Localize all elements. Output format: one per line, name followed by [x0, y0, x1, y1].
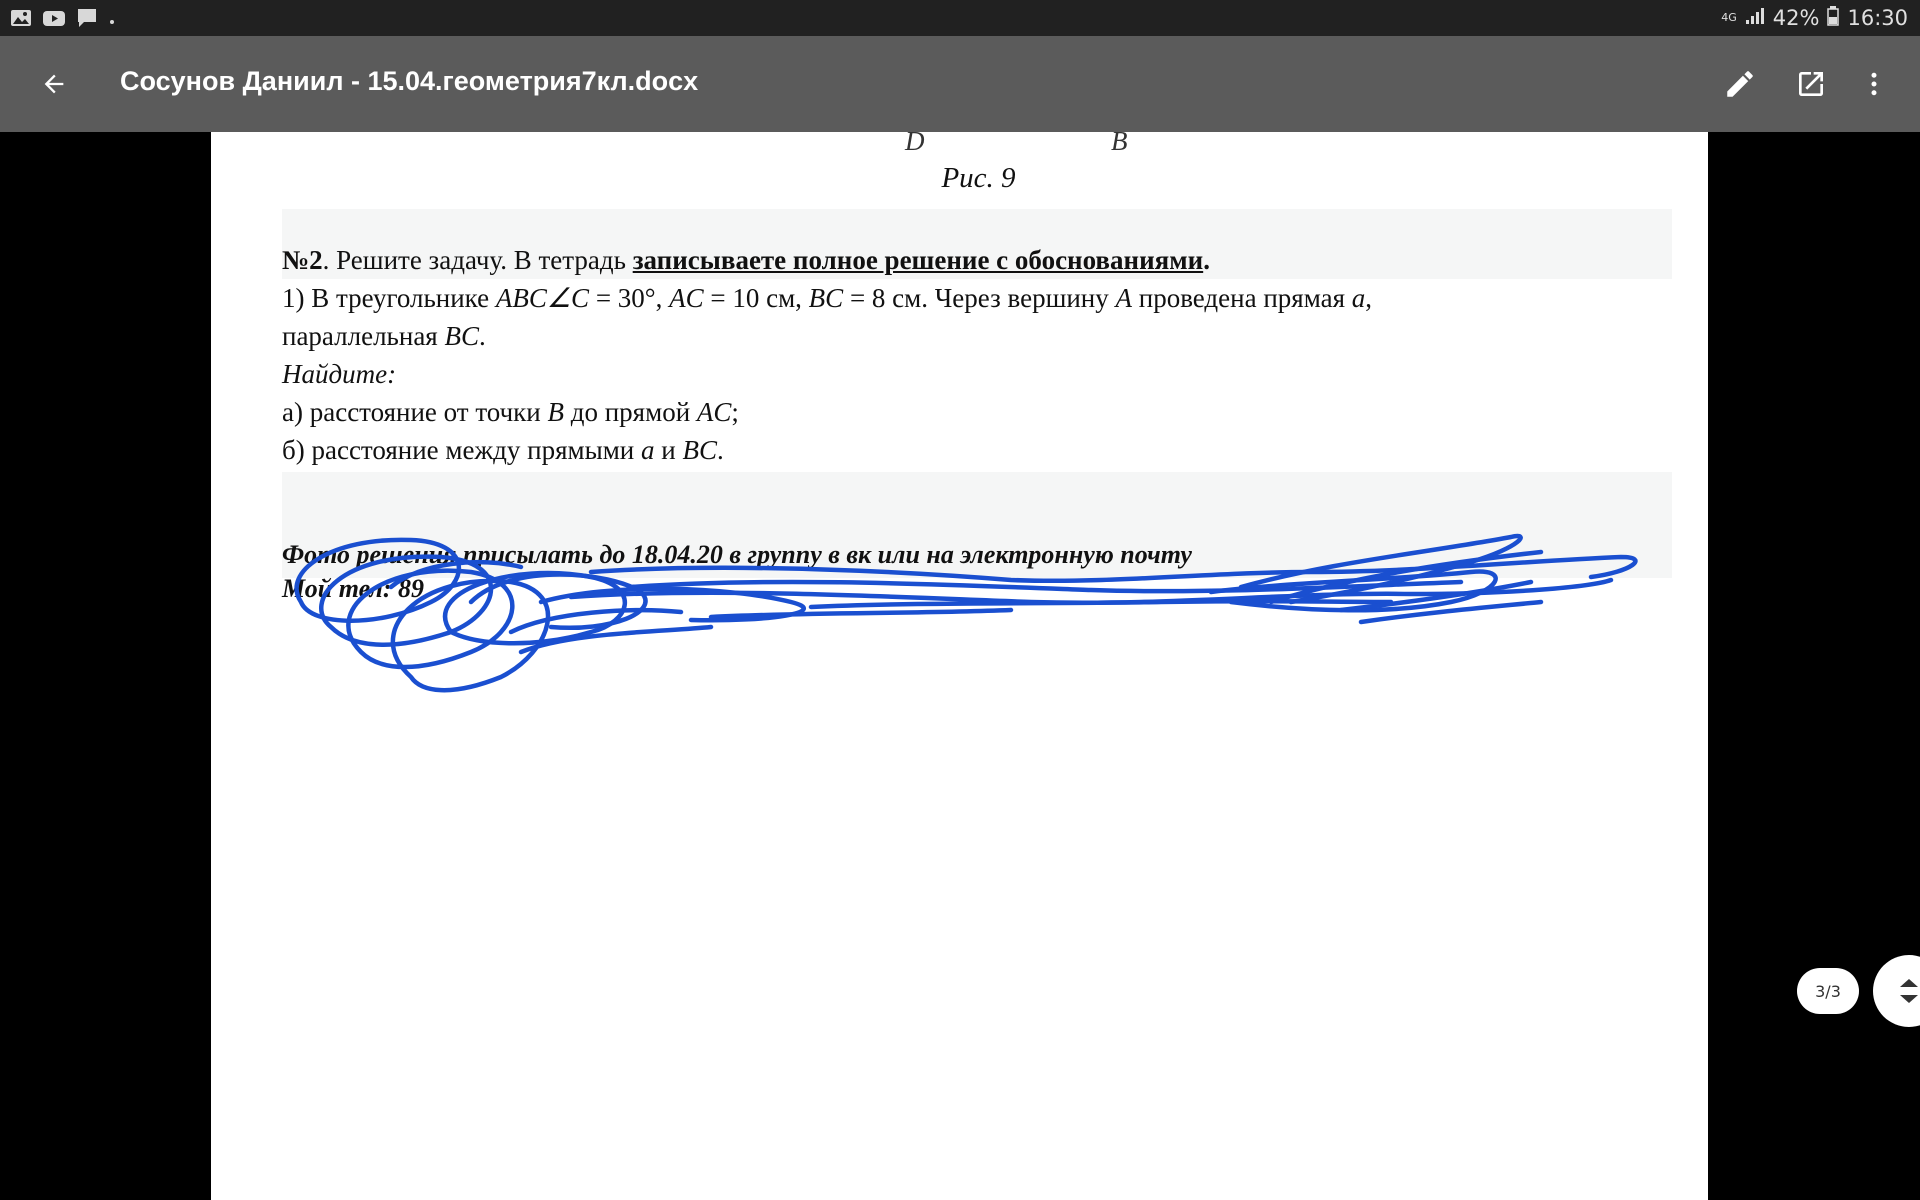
text-run: = 10 см,	[703, 283, 809, 313]
text-run: б) расстояние между прямыми	[282, 435, 642, 465]
text-run: a	[1351, 283, 1366, 313]
arrow-back-icon	[44, 74, 64, 94]
more-options-button[interactable]	[1850, 60, 1898, 108]
task-end: .	[1203, 245, 1210, 275]
open-in-new-icon	[1799, 72, 1823, 96]
text-run: BC	[808, 283, 844, 313]
page-indicator: 3/3	[1797, 968, 1859, 1014]
figure-caption: Рис. 9	[941, 162, 1016, 194]
problem-line-2: параллельная BC.	[282, 321, 486, 352]
text-run: и	[654, 435, 683, 465]
text-run: 1) В треугольнике	[282, 283, 496, 313]
fast-scroll-button[interactable]	[1873, 955, 1920, 1027]
figure-letter-b: B	[1111, 132, 1128, 156]
task-number: №2	[282, 245, 323, 275]
text-run: = 30°,	[589, 283, 670, 313]
text-run: BC	[682, 435, 717, 465]
item-b: б) расстояние между прямыми a и BC.	[282, 435, 724, 466]
open-in-new-button[interactable]	[1787, 60, 1835, 108]
more-vert-icon	[1871, 72, 1877, 96]
unfold-icon	[1900, 979, 1918, 1003]
network-type: 4G	[1721, 11, 1737, 24]
document-page[interactable]: D B Рис. 9 №2. Решите задачу. В тетрадь …	[211, 132, 1708, 1200]
task-emphasis: записываете полное решение с обоснования…	[632, 245, 1204, 275]
footer-line-1: Фото решения присылать до 18.04.20 в гру…	[282, 540, 1192, 569]
chat-icon	[76, 7, 98, 33]
text-run: .	[716, 435, 724, 465]
find-label: Найдите:	[282, 359, 397, 389]
signal-icon	[1745, 6, 1765, 30]
battery-text: 42%	[1772, 6, 1820, 30]
notification-icons	[10, 7, 116, 33]
image-icon	[10, 8, 32, 32]
text-run: .	[479, 321, 486, 351]
app-bar: Сосунов Даниил - 15.04.геометрия7кл.docx	[0, 36, 1920, 132]
text-run: AC	[696, 397, 732, 427]
task-heading: №2. Решите задачу. В тетрадь записываете…	[282, 245, 1210, 276]
back-button[interactable]	[30, 60, 78, 108]
text-run: ,	[1365, 283, 1373, 313]
text-run: = 8 см. Через вершину	[843, 283, 1116, 313]
text-run: BC	[444, 321, 479, 351]
edit-icon	[1727, 71, 1753, 97]
youtube-icon	[42, 8, 66, 32]
text-run: A	[1115, 283, 1133, 313]
status-bar: 4G 42% 16:30	[0, 0, 1920, 36]
footer-line-2: Мой тел: 89	[282, 574, 424, 603]
task-intro: . Решите задачу. В тетрадь	[322, 245, 633, 275]
dot-icon	[108, 11, 116, 30]
document-title: Сосунов Даниил - 15.04.геометрия7кл.docx	[120, 66, 699, 96]
text-run: B	[547, 397, 565, 427]
text-run: AC	[669, 283, 704, 313]
clock: 16:30	[1847, 6, 1908, 30]
status-right: 4G 42% 16:30	[1721, 0, 1908, 36]
battery-icon	[1827, 5, 1840, 31]
text-run: параллельная	[282, 321, 445, 351]
text-run: ;	[731, 397, 739, 427]
text-run: а) расстояние от точки	[282, 397, 548, 427]
text-run: до прямой	[564, 397, 697, 427]
text-run: проведена прямая	[1132, 283, 1352, 313]
text-run: ABC∠C	[495, 283, 590, 313]
edit-button[interactable]	[1716, 60, 1764, 108]
text-run: a	[641, 435, 655, 465]
figure-letter-d: D	[905, 132, 925, 156]
problem-line-1: 1) В треугольнике ABC∠C = 30°, AC = 10 с…	[282, 283, 1372, 314]
item-a: а) расстояние от точки B до прямой AC;	[282, 397, 739, 428]
